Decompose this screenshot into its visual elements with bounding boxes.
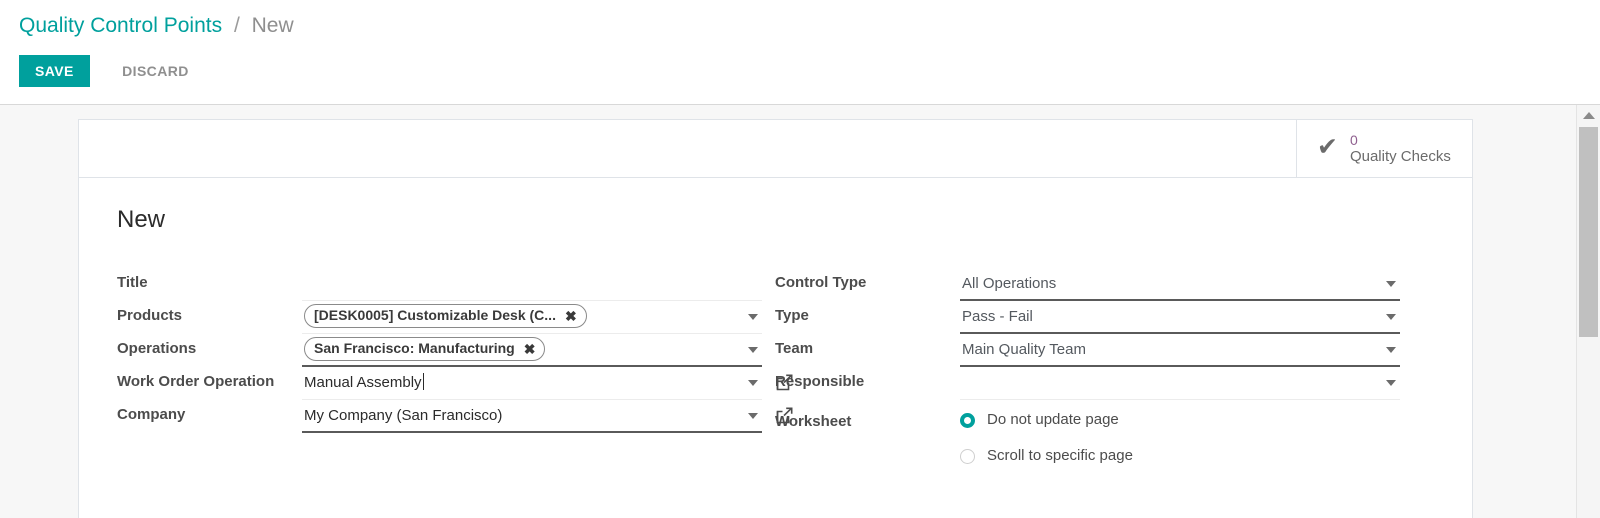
chevron-down-icon[interactable]	[748, 347, 758, 353]
field-value-team: Main Quality Team	[962, 341, 1086, 358]
field-label-responsible: Responsible	[775, 373, 865, 390]
field-label-company: Company	[117, 406, 186, 423]
field-work-order-operation: Work Order Operation Manual Assembly	[117, 369, 793, 402]
field-label-type: Type	[775, 307, 809, 324]
chevron-down-icon[interactable]	[1386, 380, 1396, 386]
stat-button-text: 0 Quality Checks	[1350, 132, 1451, 165]
content-area: ✔ 0 Quality Checks New Title Products [D…	[0, 105, 1576, 518]
chevron-down-icon[interactable]	[1386, 347, 1396, 353]
chevron-down-icon[interactable]	[748, 380, 758, 386]
field-control-title[interactable]	[302, 270, 762, 301]
tag-product-label: [DESK0005] Customizable Desk (C...	[314, 307, 556, 323]
radio-button-unselected[interactable]	[960, 448, 975, 464]
field-label-control-type: Control Type	[775, 274, 867, 291]
field-control-products[interactable]: [DESK0005] Customizable Desk (C... ✖	[302, 303, 762, 334]
breadcrumb-separator: /	[233, 14, 240, 37]
work-order-operation-text: Manual Assembly	[304, 374, 422, 391]
chevron-down-icon[interactable]	[748, 413, 758, 419]
field-value-work-order-operation: Manual Assembly	[304, 371, 424, 395]
page-title: New	[117, 206, 166, 233]
field-value-control-type: All Operations	[962, 275, 1057, 292]
save-button[interactable]: SAVE	[19, 55, 90, 87]
chevron-down-icon[interactable]	[1386, 281, 1396, 287]
field-value-company: My Company (San Francisco)	[304, 407, 503, 424]
vertical-scrollbar[interactable]	[1576, 105, 1600, 518]
field-control-team[interactable]: Main Quality Team	[960, 336, 1400, 367]
field-label-worksheet: Worksheet	[775, 413, 852, 430]
sheet-body: New Title Products [DESK0005] Customizab…	[79, 178, 1472, 464]
scrollbar-thumb[interactable]	[1579, 127, 1598, 337]
tag-product[interactable]: [DESK0005] Customizable Desk (C... ✖	[304, 304, 587, 328]
field-team: Team Main Quality Team	[775, 336, 1400, 369]
worksheet-radio-group: Do not update page Scroll to specific pa…	[960, 402, 1400, 474]
action-button-row: SAVE DISCARD	[19, 55, 199, 87]
radio-label-scroll-to-specific-page: Scroll to specific page	[987, 447, 1133, 464]
field-control-type-select[interactable]: Pass - Fail	[960, 303, 1400, 334]
field-company: Company My Company (San Francisco)	[117, 402, 793, 435]
radio-label-do-not-update-page: Do not update page	[987, 411, 1119, 428]
field-type: Type Pass - Fail	[775, 303, 1400, 336]
radio-option-scroll-to-specific-page[interactable]: Scroll to specific page	[960, 438, 1400, 474]
field-products: Products [DESK0005] Customizable Desk (C…	[117, 303, 762, 336]
field-responsible: Responsible	[775, 369, 1400, 402]
field-label-operations: Operations	[117, 340, 197, 357]
control-panel: Quality Control Points / New SAVE DISCAR…	[0, 0, 1600, 105]
tag-operation[interactable]: San Francisco: Manufacturing ✖	[304, 337, 546, 361]
breadcrumb: Quality Control Points / New	[19, 11, 294, 41]
check-icon: ✔	[1317, 133, 1338, 161]
stat-button-quality-checks[interactable]: ✔ 0 Quality Checks	[1296, 120, 1472, 177]
field-label-work-order-operation: Work Order Operation	[117, 373, 275, 390]
field-worksheet: Worksheet Do not update page Scroll to s…	[775, 402, 1400, 474]
field-control-operations[interactable]: San Francisco: Manufacturing ✖	[302, 336, 762, 367]
radio-button-selected[interactable]	[960, 412, 975, 428]
field-title: Title	[117, 270, 762, 303]
field-label-team: Team	[775, 340, 814, 357]
text-cursor	[422, 373, 424, 390]
form-column-right: Control Type All Operations Type Pass - …	[775, 270, 1400, 474]
form-sheet: ✔ 0 Quality Checks New Title Products [D…	[78, 119, 1473, 518]
tag-operation-label: San Francisco: Manufacturing	[314, 340, 515, 356]
field-control-control-type[interactable]: All Operations	[960, 270, 1400, 301]
stat-button-label: Quality Checks	[1349, 147, 1451, 165]
chevron-down-icon[interactable]	[748, 314, 758, 320]
button-box: ✔ 0 Quality Checks	[79, 120, 1472, 178]
breadcrumb-root-link[interactable]: Quality Control Points	[19, 14, 222, 37]
chevron-down-icon[interactable]	[1386, 314, 1396, 320]
scroll-up-arrow-icon[interactable]	[1577, 105, 1600, 125]
field-control-type: Control Type All Operations	[775, 270, 1400, 303]
stat-button-value: 0	[1349, 131, 1358, 148]
field-control-company[interactable]: My Company (San Francisco)	[302, 402, 793, 433]
radio-option-do-not-update-page[interactable]: Do not update page	[960, 402, 1400, 438]
field-control-responsible[interactable]	[960, 369, 1400, 400]
tag-remove-icon[interactable]: ✖	[524, 342, 536, 356]
field-value-type: Pass - Fail	[962, 308, 1033, 325]
discard-button[interactable]: DISCARD	[112, 55, 199, 87]
breadcrumb-current: New	[251, 14, 294, 37]
tag-remove-icon[interactable]: ✖	[565, 309, 577, 323]
form-column-left: Title Products [DESK0005] Customizable D…	[117, 270, 793, 435]
field-operations: Operations San Francisco: Manufacturing …	[117, 336, 762, 369]
field-control-work-order-operation[interactable]: Manual Assembly	[302, 369, 793, 400]
field-label-products: Products	[117, 307, 183, 324]
field-label-title: Title	[117, 274, 148, 291]
